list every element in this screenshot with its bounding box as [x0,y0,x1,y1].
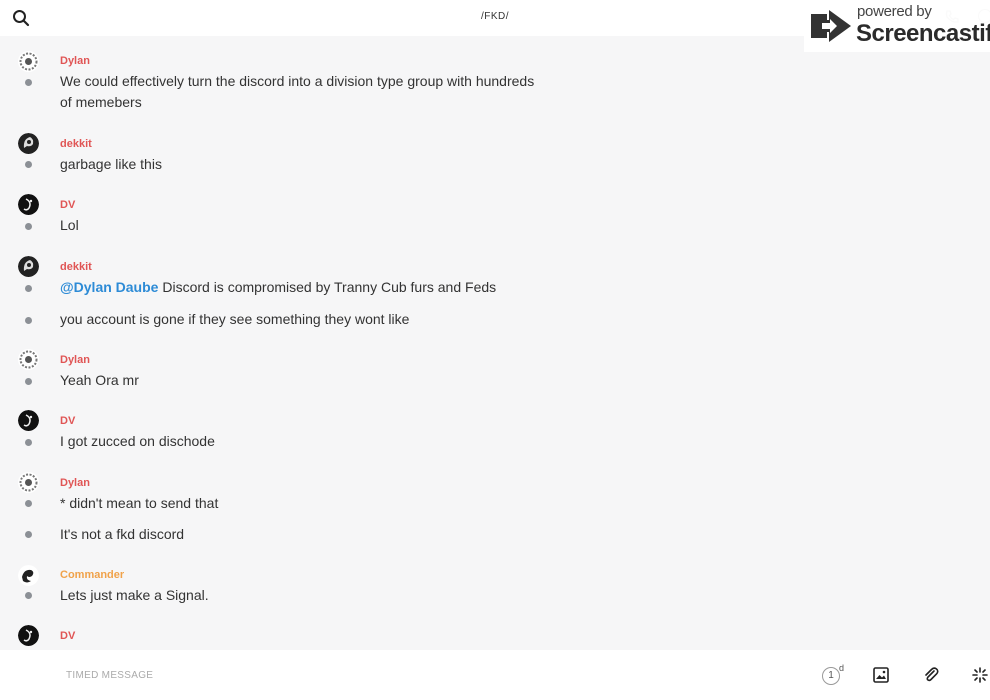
message-dot [25,439,32,446]
message-dot [25,79,32,86]
message-text: I got zucced on dischode [60,433,215,449]
avatar[interactable] [18,133,39,154]
timer-value: 1 [822,667,840,685]
avatar[interactable] [18,349,39,370]
message-text: @Dylan Daube Discord is compromised by T… [60,277,496,298]
composer-bar: 1 d [0,650,990,700]
avatar[interactable] [18,410,39,431]
message-dot [25,378,32,385]
message-dot [25,161,32,168]
message-list: Dylan We could effectively turn the disc… [0,36,990,650]
sparkle-icon[interactable] [972,667,988,683]
watermark-powered-text: powered by [857,3,932,20]
message-text: garbage like this [60,156,162,172]
sender-name[interactable]: dekkit [60,138,92,150]
sender-name[interactable]: dekkit [60,261,92,273]
sender-name[interactable]: Dylan [60,477,90,489]
message-text: Yeah Ora mr [60,372,139,388]
message-text: We could effectively turn the discord in… [60,73,535,89]
image-icon[interactable] [873,667,889,683]
avatar[interactable] [18,256,39,277]
user-mention[interactable]: @Dylan Daube [60,279,158,295]
sender-name[interactable]: DV [60,415,75,427]
message-text: Lets just make a Signal. [60,587,209,603]
message-text: you account is gone if they see somethin… [60,311,410,327]
message-text: of memebers [60,94,142,110]
message-dot [25,285,32,292]
message-text-span: Discord is compromised by Tranny Cub fur… [158,279,497,295]
sender-name[interactable]: Dylan [60,354,90,366]
paperclip-icon[interactable] [922,666,940,684]
message-dot [25,223,32,230]
avatar[interactable] [18,194,39,215]
message-input[interactable] [66,665,666,685]
sender-name[interactable]: DV [60,630,75,642]
avatar[interactable] [18,51,39,72]
avatar[interactable] [18,472,39,493]
avatar[interactable] [18,565,39,586]
message-dot [25,500,32,507]
timer-button[interactable]: 1 d [822,663,848,686]
sender-name[interactable]: DV [60,199,75,211]
message-text: It's not a fkd discord [60,526,185,542]
message-text: Lol [60,217,79,233]
sender-name[interactable]: Commander [60,569,124,581]
message-dot [25,317,32,324]
message-text: * didn't mean to send that [60,495,219,511]
avatar[interactable] [18,625,39,646]
sender-name[interactable]: Dylan [60,55,90,67]
timer-unit: d [839,663,845,673]
message-dot [25,592,32,599]
message-dot [25,531,32,538]
